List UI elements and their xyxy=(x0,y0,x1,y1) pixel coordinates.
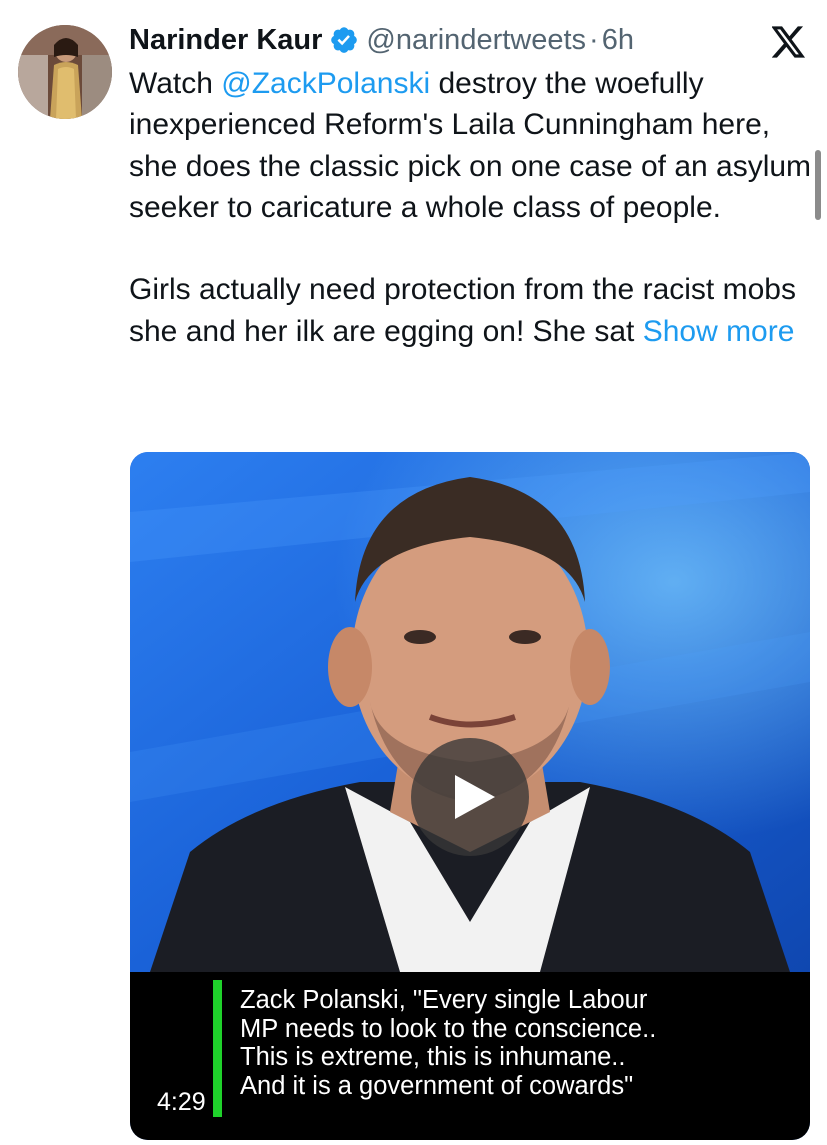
caption-line: This is extreme, this is inhumane.. xyxy=(240,1043,626,1071)
caption-line: Zack Polanski, "Every single Labour xyxy=(240,986,648,1014)
mention-link[interactable]: @ZackPolanski xyxy=(221,67,430,100)
caption-accent-bar xyxy=(213,980,222,1117)
show-more-link[interactable]: Show more xyxy=(643,315,795,348)
post-body: Watch @ZackPolanski destroy the woefully… xyxy=(129,63,819,352)
video-caption-bar: Zack Polanski, "Every single Labour MP n… xyxy=(130,972,810,1140)
video-caption: Zack Polanski, "Every single Labour MP n… xyxy=(240,986,800,1100)
post-header: Narinder Kaur @narindertweets · 6h xyxy=(129,20,634,60)
verified-badge-icon xyxy=(329,25,359,55)
body-text: Watch xyxy=(129,67,222,100)
author-display-name[interactable]: Narinder Kaur xyxy=(129,24,322,57)
tweet-card[interactable]: Narinder Kaur @narindertweets · 6h Watch… xyxy=(0,0,827,1145)
avatar[interactable] xyxy=(18,25,112,119)
post-paragraph-1: Watch @ZackPolanski destroy the woefully… xyxy=(129,63,819,228)
caption-line: And it is a government of cowards" xyxy=(240,1071,634,1100)
scrollbar-thumb[interactable] xyxy=(815,150,821,220)
video-player[interactable]: Zack Polanski, "Every single Labour MP n… xyxy=(130,452,810,1140)
video-thumbnail xyxy=(130,452,810,972)
post-paragraph-2: Girls actually need protection from the … xyxy=(129,269,819,352)
header-separator: · xyxy=(589,23,599,56)
video-duration: 4:29 xyxy=(157,1088,206,1116)
caption-line: MP needs to look to the conscience.. xyxy=(240,1014,657,1043)
play-button[interactable] xyxy=(411,738,529,856)
post-timestamp[interactable]: 6h xyxy=(602,24,634,57)
x-logo-icon[interactable] xyxy=(771,26,806,58)
author-handle[interactable]: @narindertweets xyxy=(366,24,586,57)
play-icon xyxy=(455,775,495,819)
